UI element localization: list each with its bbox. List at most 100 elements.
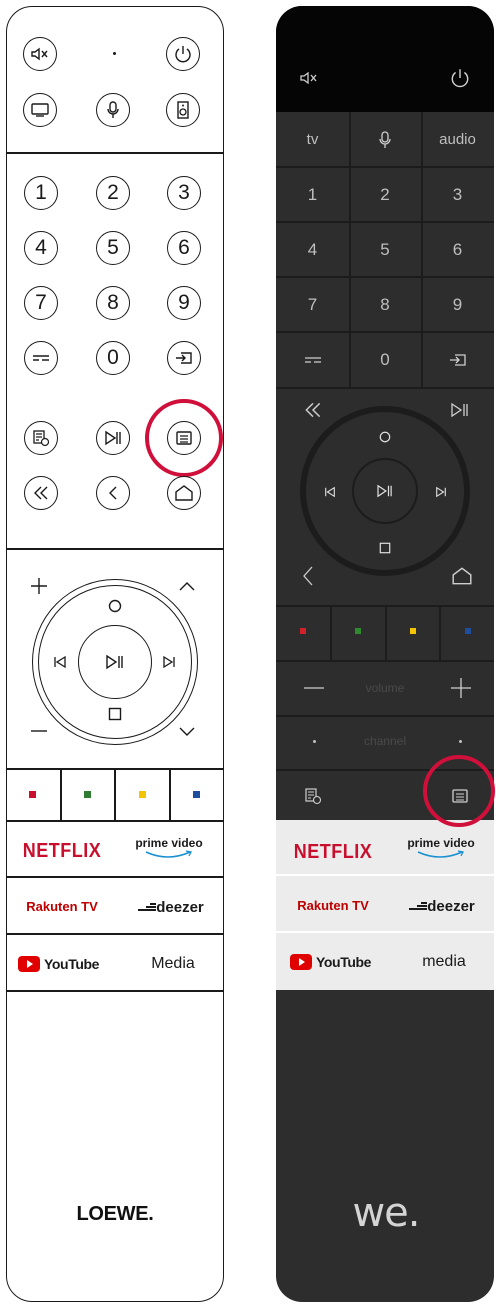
divider bbox=[6, 820, 224, 822]
divider bbox=[6, 990, 224, 992]
rewind-button[interactable] bbox=[24, 476, 58, 510]
deezer-button[interactable]: deezer bbox=[396, 895, 488, 917]
divider bbox=[6, 933, 224, 935]
home-button[interactable] bbox=[450, 564, 474, 588]
nav-left-button[interactable] bbox=[323, 485, 337, 499]
nav-up-button[interactable] bbox=[378, 430, 392, 444]
channel-label: channel bbox=[363, 734, 407, 748]
tv-button[interactable] bbox=[23, 93, 57, 127]
back-icon bbox=[109, 486, 117, 500]
audio-button[interactable] bbox=[166, 93, 200, 127]
deezer-button[interactable]: deezer bbox=[126, 896, 216, 918]
mute-button[interactable] bbox=[296, 68, 322, 88]
input-button[interactable] bbox=[167, 341, 201, 375]
nav-up-button[interactable] bbox=[107, 598, 123, 614]
red-key[interactable] bbox=[300, 628, 306, 634]
mute-button[interactable] bbox=[23, 37, 57, 71]
blue-key[interactable] bbox=[193, 791, 200, 798]
nav-right-button[interactable] bbox=[161, 654, 177, 670]
number-4-button[interactable]: 4 bbox=[24, 231, 58, 265]
chevron-up-icon bbox=[179, 582, 195, 591]
number-1-button[interactable]: 1 bbox=[24, 176, 58, 210]
number-3-button[interactable]: 3 bbox=[167, 176, 201, 210]
guide-icon bbox=[305, 788, 322, 805]
channel-down-button[interactable] bbox=[313, 740, 316, 743]
play-pause-button[interactable] bbox=[96, 421, 130, 455]
epg-button[interactable] bbox=[302, 785, 324, 807]
green-key[interactable] bbox=[355, 628, 361, 634]
skip-forward-icon bbox=[436, 486, 446, 498]
input-button[interactable] bbox=[421, 332, 494, 387]
channel-up-button[interactable] bbox=[176, 578, 198, 594]
tv-button[interactable]: tv bbox=[276, 112, 349, 167]
number-2-button[interactable]: 2 bbox=[349, 167, 421, 222]
microphone-icon bbox=[107, 101, 119, 118]
red-key[interactable] bbox=[29, 791, 36, 798]
number-4-button[interactable]: 4 bbox=[276, 222, 349, 277]
power-button[interactable] bbox=[448, 66, 472, 90]
nav-down-button[interactable] bbox=[107, 706, 123, 722]
ok-play-pause-button[interactable] bbox=[352, 458, 418, 524]
skip-back-icon bbox=[325, 486, 335, 498]
number-8-button[interactable]: 8 bbox=[349, 277, 421, 332]
number-0-button[interactable]: 0 bbox=[96, 341, 130, 375]
epg-button[interactable] bbox=[24, 421, 58, 455]
number-7-button[interactable]: 7 bbox=[276, 277, 349, 332]
number-6-button[interactable]: 6 bbox=[421, 222, 494, 277]
netflix-button[interactable]: NETFLIX bbox=[20, 836, 104, 864]
highlight-circle bbox=[423, 755, 495, 827]
nav-right-button[interactable] bbox=[434, 485, 448, 499]
number-9-button[interactable]: 9 bbox=[167, 286, 201, 320]
home-button[interactable] bbox=[167, 476, 201, 510]
netflix-button[interactable]: NETFLIX bbox=[290, 836, 376, 866]
number-5-button[interactable]: 5 bbox=[96, 231, 130, 265]
rakuten-tv-button[interactable]: Rakuten TV bbox=[20, 894, 104, 918]
play-pause-button[interactable] bbox=[448, 399, 472, 421]
volume-down-button[interactable] bbox=[302, 676, 326, 700]
voice-button[interactable] bbox=[96, 93, 130, 127]
deezer-logo-icon bbox=[138, 903, 157, 911]
number-7-button[interactable]: 7 bbox=[24, 286, 58, 320]
youtube-button[interactable]: YouTube bbox=[290, 951, 382, 973]
media-button[interactable]: media bbox=[407, 950, 481, 974]
media-button[interactable]: Media bbox=[138, 952, 208, 976]
nav-left-button[interactable] bbox=[52, 654, 68, 670]
volume-down-button[interactable] bbox=[28, 726, 50, 736]
blue-key[interactable] bbox=[465, 628, 471, 634]
home-icon bbox=[452, 567, 472, 585]
channel-up-button[interactable] bbox=[459, 740, 462, 743]
volume-up-button[interactable] bbox=[28, 575, 50, 597]
yellow-key[interactable] bbox=[410, 628, 416, 634]
number-5-button[interactable]: 5 bbox=[349, 222, 421, 277]
prime-video-button[interactable]: prime video bbox=[128, 836, 210, 866]
we-logo: we. bbox=[352, 1190, 420, 1236]
green-key[interactable] bbox=[84, 791, 91, 798]
number-2-button[interactable]: 2 bbox=[96, 176, 130, 210]
play-pause-icon bbox=[377, 484, 392, 498]
ok-play-pause-button[interactable] bbox=[78, 625, 152, 699]
divider bbox=[6, 152, 224, 154]
rewind-button[interactable] bbox=[302, 399, 324, 421]
number-6-button[interactable]: 6 bbox=[167, 231, 201, 265]
back-button[interactable] bbox=[300, 564, 316, 588]
power-button[interactable] bbox=[166, 37, 200, 71]
number-1-button[interactable]: 1 bbox=[276, 167, 349, 222]
voice-button[interactable] bbox=[349, 112, 421, 167]
channel-down-button[interactable] bbox=[176, 724, 198, 740]
number-8-button[interactable]: 8 bbox=[96, 286, 130, 320]
youtube-button[interactable]: YouTube bbox=[18, 953, 108, 975]
nav-down-button[interactable] bbox=[378, 541, 392, 555]
subtitle-button[interactable] bbox=[24, 341, 58, 375]
number-9-button[interactable]: 9 bbox=[421, 277, 494, 332]
plus-icon bbox=[451, 678, 471, 698]
audio-button[interactable]: audio bbox=[421, 112, 494, 167]
rakuten-tv-button[interactable]: Rakuten TV bbox=[290, 892, 376, 918]
yellow-key[interactable] bbox=[139, 791, 146, 798]
prime-video-button[interactable]: prime video bbox=[398, 836, 484, 866]
volume-up-button[interactable] bbox=[449, 676, 473, 700]
subtitle-button[interactable] bbox=[276, 332, 349, 387]
back-button[interactable] bbox=[96, 476, 130, 510]
number-0-button[interactable]: 0 bbox=[349, 332, 421, 387]
number-3-button[interactable]: 3 bbox=[421, 167, 494, 222]
amazon-smile-logo bbox=[145, 850, 192, 858]
